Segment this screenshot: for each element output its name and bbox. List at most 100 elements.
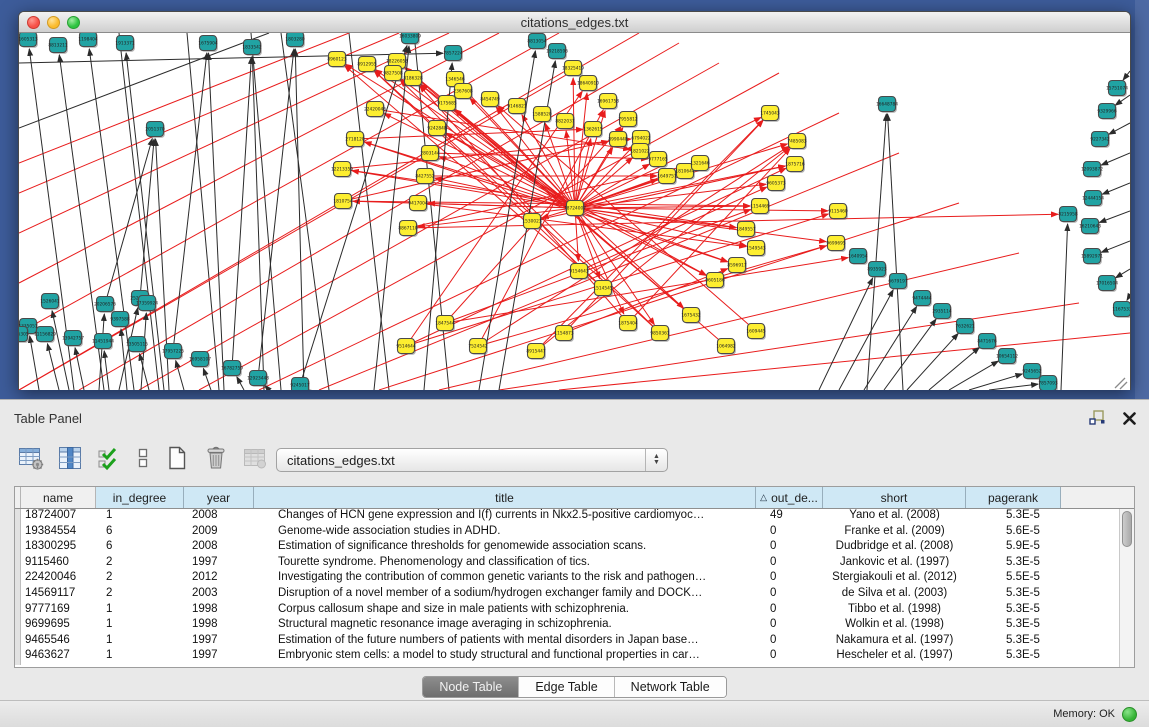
graph-node[interactable]: 8813211 xyxy=(48,38,67,54)
desktop-scrollbar[interactable] xyxy=(1135,0,1149,399)
graph-node[interactable]: 16958107 xyxy=(189,352,211,368)
graph-node[interactable]: 1810754 xyxy=(333,194,352,210)
graph-node[interactable]: 9417004 xyxy=(408,196,427,212)
graph-node[interactable]: 7524542 xyxy=(468,339,487,355)
graph-node[interactable]: 12923448 xyxy=(247,371,269,387)
graph-node[interactable]: 19218596 xyxy=(546,44,568,60)
graph-node[interactable]: 12213359 xyxy=(331,162,353,178)
column-header-short[interactable]: short xyxy=(823,487,966,508)
graph-node[interactable]: 9605186 xyxy=(705,273,724,289)
table-row[interactable]: 1872400712008Changes of HCN gene express… xyxy=(15,509,1119,525)
graph-node[interactable]: 1154469 xyxy=(750,199,769,215)
graph-node[interactable]: 8596917 xyxy=(727,258,746,274)
graph-node[interactable]: 16648784 xyxy=(876,97,898,113)
graph-node[interactable]: 9154643 xyxy=(569,264,588,280)
graph-node[interactable]: 1588520 xyxy=(532,107,551,123)
graph-node[interactable]: 1167533 xyxy=(1112,302,1130,318)
graph-node[interactable]: 17957225 xyxy=(162,344,184,360)
table-row[interactable]: 1456911722003Disruption of a novel membe… xyxy=(15,587,1119,603)
graph-node[interactable]: 13505115 xyxy=(126,337,148,353)
graph-node[interactable]: 1064982 xyxy=(716,339,735,355)
graph-node[interactable]: 1847544 xyxy=(435,316,454,332)
tab-edge-table[interactable]: Edge Table xyxy=(518,677,613,697)
column-header-pagerank[interactable]: pagerank xyxy=(966,487,1061,508)
close-panel-icon[interactable] xyxy=(1119,408,1139,428)
column-header-title[interactable]: title xyxy=(254,487,756,508)
graph-node[interactable]: 11156829 xyxy=(34,327,56,343)
table-row[interactable]: 1938455462009Genome-wide association stu… xyxy=(15,525,1119,541)
table-row[interactable]: 911546021997Tourette syndrome. Phenomeno… xyxy=(15,556,1119,572)
graph-node[interactable]: 10654112 xyxy=(996,349,1018,365)
graph-node[interactable]: 1640954 xyxy=(848,249,867,265)
graph-node[interactable]: 2803144 xyxy=(420,146,439,162)
graph-node[interactable]: 1803280 xyxy=(285,33,304,48)
graph-node[interactable]: 9146821 xyxy=(507,99,526,115)
delete-table-icon[interactable] xyxy=(240,442,270,474)
network-canvas[interactable]: 1872400789601238912955182260589827508818… xyxy=(19,33,1130,390)
graph-node[interactable]: 7857093 xyxy=(1038,376,1057,391)
graph-node[interactable]: 9227342 xyxy=(1090,132,1109,148)
graph-node[interactable]: 2051370 xyxy=(145,122,164,138)
graph-node[interactable]: 1675432 xyxy=(681,308,700,324)
tab-network-table[interactable]: Network Table xyxy=(614,677,726,697)
graph-node[interactable]: 1605313 xyxy=(19,33,38,48)
graph-node[interactable]: 8427552 xyxy=(415,169,434,185)
table-mode-icon[interactable] xyxy=(16,442,46,474)
graph-node[interactable]: 9474444 xyxy=(912,291,931,307)
graph-node[interactable]: 2935114 xyxy=(932,304,951,320)
graph-node[interactable]: 1849557 xyxy=(736,222,755,238)
column-header-in_degree[interactable]: in_degree xyxy=(96,487,184,508)
graph-node[interactable]: 17359924 xyxy=(136,296,158,312)
graph-node[interactable]: 9245652 xyxy=(1022,364,1041,380)
graph-node[interactable]: 1913371 xyxy=(115,36,134,52)
graph-node[interactable]: 1833542 xyxy=(242,40,261,56)
new-file-icon[interactable] xyxy=(162,442,192,474)
graph-node[interactable]: 1549543 xyxy=(746,241,765,257)
graph-node[interactable]: 17016504 xyxy=(1096,276,1118,292)
table-row[interactable]: 969969511998Structural magnetic resonanc… xyxy=(15,618,1119,634)
graph-node[interactable]: 8215958 xyxy=(1058,207,1077,223)
memory-ok-icon[interactable] xyxy=(1122,707,1137,722)
graph-node[interactable]: 18724007 xyxy=(564,201,586,217)
graph-node[interactable]: 16961758 xyxy=(597,94,619,110)
graph-node[interactable]: 1745043 xyxy=(760,106,779,122)
graph-node[interactable]: 2718120 xyxy=(345,132,364,148)
graph-node[interactable]: 7632621 xyxy=(955,319,974,335)
table-row[interactable]: 977716911998Corpus callosum shape and si… xyxy=(15,603,1119,619)
graph-node[interactable]: 8454749 xyxy=(480,92,499,108)
graph-node[interactable]: 12444154 xyxy=(1082,191,1104,207)
table-scrollbar[interactable] xyxy=(1119,509,1134,667)
graph-node[interactable]: 1649757 xyxy=(657,169,676,185)
graph-node[interactable]: 7955812 xyxy=(618,112,637,128)
graph-node[interactable]: 1198404 xyxy=(78,33,97,48)
graph-node[interactable]: 7485083 xyxy=(787,134,806,150)
graph-node[interactable]: 2367608 xyxy=(453,84,472,100)
table-scrollbar-thumb[interactable] xyxy=(1122,511,1132,547)
graph-node[interactable]: 16033809 xyxy=(399,33,421,45)
graph-node[interactable]: 18325419 xyxy=(562,61,584,77)
graph-node[interactable]: 8960123 xyxy=(327,52,346,68)
network-window-titlebar[interactable]: citations_edges.txt xyxy=(19,12,1130,33)
graph-node[interactable]: 9175685 xyxy=(437,96,456,112)
graph-node[interactable]: 8990448 xyxy=(608,132,627,148)
network-view-window[interactable]: citations_edges.txt 18724007896012389129… xyxy=(18,11,1131,390)
float-panel-icon[interactable] xyxy=(1087,408,1107,428)
graph-node[interactable]: 9605373 xyxy=(766,176,785,192)
graph-node[interactable]: 1675904 xyxy=(198,36,217,52)
graph-node[interactable]: 15751074 xyxy=(1106,81,1128,97)
graph-node[interactable]: 9850361 xyxy=(650,326,669,342)
graph-node[interactable]: 9115460 xyxy=(828,204,847,220)
graph-node[interactable]: 8471676 xyxy=(977,334,996,350)
graph-node[interactable]: 1609445 xyxy=(746,324,765,340)
graph-node[interactable]: 9397588 xyxy=(110,312,129,328)
graph-node[interactable]: 9245017 xyxy=(290,378,309,391)
graph-node[interactable]: 6679197 xyxy=(888,274,907,290)
graph-node[interactable]: 20206576 xyxy=(94,297,116,313)
graph-node[interactable]: 9827508 xyxy=(383,66,402,82)
graph-node[interactable]: 9329966 xyxy=(1097,104,1116,120)
table-row[interactable]: 946362711997Embryonic stem cells: a mode… xyxy=(15,649,1119,665)
graph-node[interactable]: 1514545 xyxy=(593,281,612,297)
graph-node[interactable]: 1154873 xyxy=(554,326,573,342)
rows-icon[interactable] xyxy=(133,442,153,474)
graph-node[interactable]: 13942757 xyxy=(62,331,84,347)
